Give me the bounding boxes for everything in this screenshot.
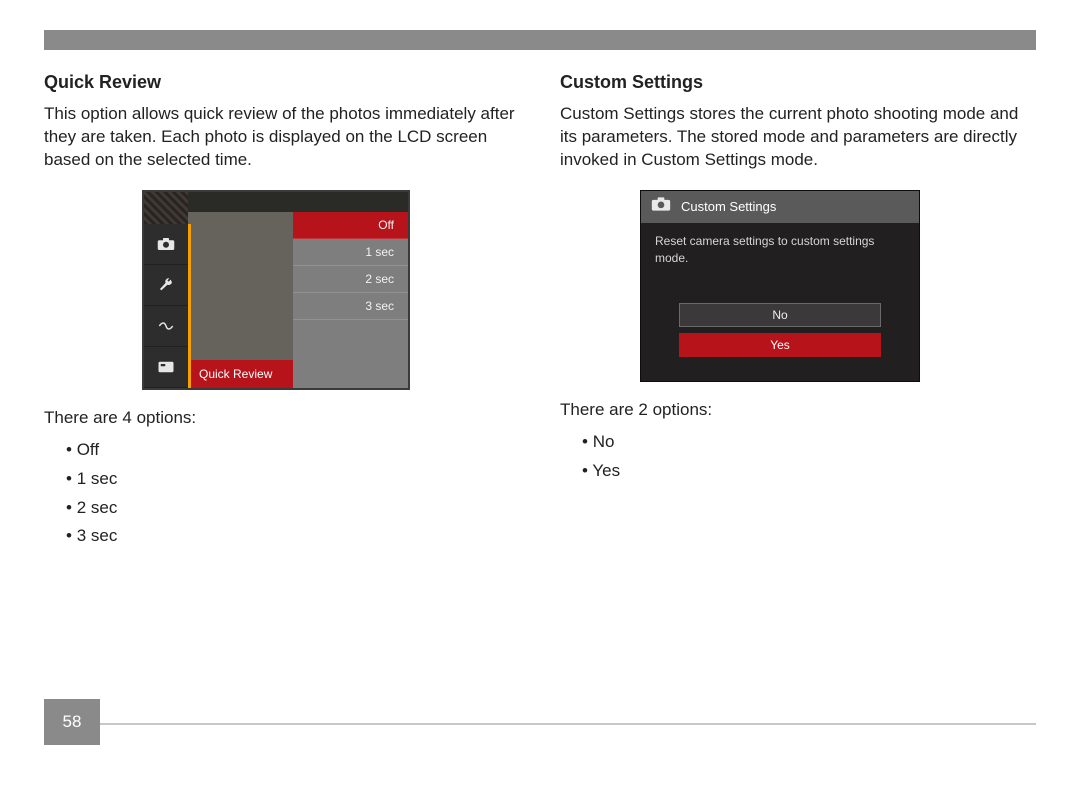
custom-settings-screenshot: Custom Settings Reset camera settings to… [640,190,920,382]
quick-review-options-intro: There are 4 options: [44,408,520,428]
right-column: Custom Settings Custom Settings stores t… [560,72,1036,695]
wrench-icon [144,265,188,306]
yes-button: Yes [679,333,881,357]
option-off: Off [293,212,408,239]
manual-page: Quick Review This option allows quick re… [0,0,1080,785]
content-columns: Quick Review This option allows quick re… [44,72,1036,695]
card-icon [144,347,188,388]
list-item: No [582,428,1036,457]
ui-texture-corner [144,192,188,224]
custom-settings-description: Custom Settings stores the current photo… [560,103,1036,172]
custom-settings-ui-description: Reset camera settings to custom settings… [641,223,919,268]
option-1sec: 1 sec [293,239,408,266]
page-footer: 58 [44,699,1036,745]
list-item: 2 sec [66,494,520,523]
ui-sidebar-icons [144,224,188,388]
camera-icon [144,224,188,265]
quick-review-menu-label: Quick Review [191,360,293,388]
no-button: No [679,303,881,327]
list-item: 1 sec [66,465,520,494]
page-number: 58 [44,699,100,745]
custom-settings-buttons: No Yes [679,303,881,357]
custom-settings-options-list: No Yes [560,428,1036,486]
custom-settings-ui-header: Custom Settings [641,191,919,223]
quick-review-options-list: Off 1 sec 2 sec 3 sec [44,436,520,552]
list-item: Off [66,436,520,465]
flash-icon [144,306,188,347]
custom-settings-ui-title: Custom Settings [681,199,776,214]
left-column: Quick Review This option allows quick re… [44,72,520,695]
option-3sec: 3 sec [293,293,408,320]
list-item: 3 sec [66,522,520,551]
footer-divider [100,723,1036,725]
quick-review-heading: Quick Review [44,72,520,93]
custom-settings-heading: Custom Settings [560,72,1036,93]
list-item: Yes [582,457,1036,486]
option-2sec: 2 sec [293,266,408,293]
quick-review-screenshot: Quick Review Off 1 sec 2 sec 3 sec [142,190,410,390]
quick-review-description: This option allows quick review of the p… [44,103,520,172]
quick-review-options-pane: Off 1 sec 2 sec 3 sec [293,212,408,388]
custom-settings-options-intro: There are 2 options: [560,400,1036,420]
header-bar [44,30,1036,50]
camera-icon [651,196,671,217]
